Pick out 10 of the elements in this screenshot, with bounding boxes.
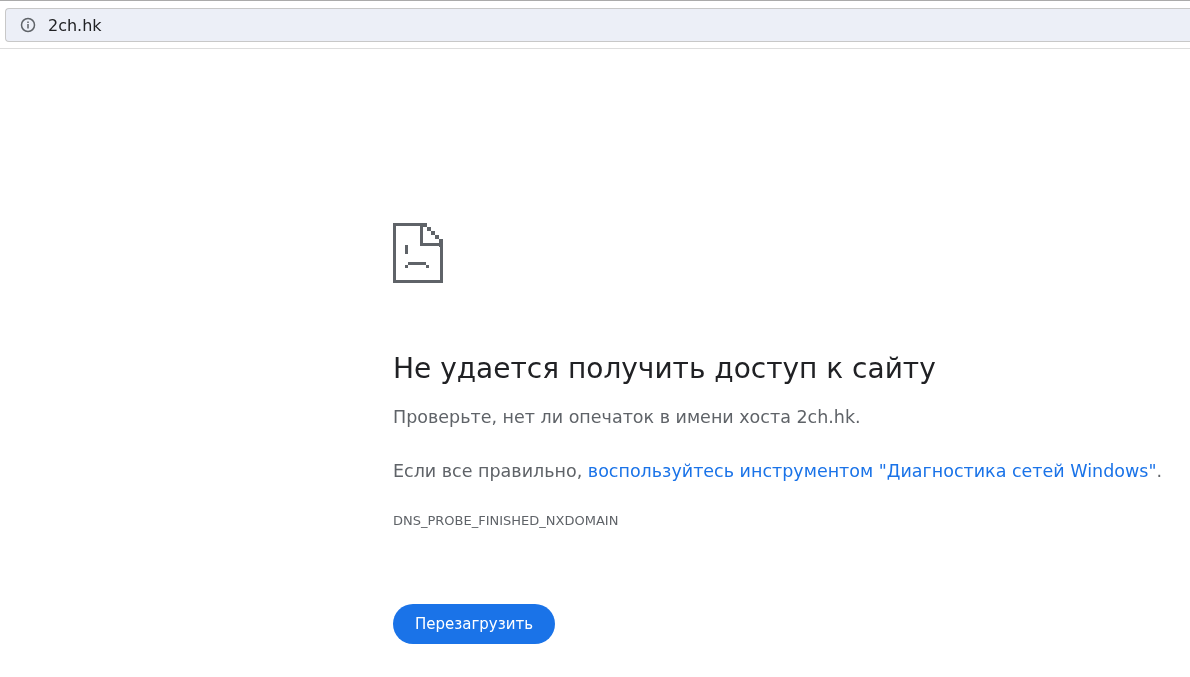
error-message: Проверьте, нет ли опечаток в имени хоста 2ch.hk. [393, 406, 862, 429]
sad-page-icon [393, 223, 443, 283]
info-icon[interactable] [20, 17, 36, 33]
diagnostics-link[interactable]: воспользуйтесь инструментом "Диагностика сетей Windows" [587, 461, 1157, 481]
url-text: 2ch.hk [48, 15, 102, 35]
reload-button[interactable]: Перезагрузить [393, 604, 555, 644]
error-message: Если все правильно, воспользуйтесь инструментом "Диагностика сетей Windows". [393, 460, 1163, 483]
error-title: Не удается получить доступ к сайту [393, 351, 937, 387]
error-code: DNS_PROBE_FINISHED_NXDOMAIN [393, 513, 620, 528]
address-bar[interactable]: 2ch.hk [5, 8, 1190, 42]
